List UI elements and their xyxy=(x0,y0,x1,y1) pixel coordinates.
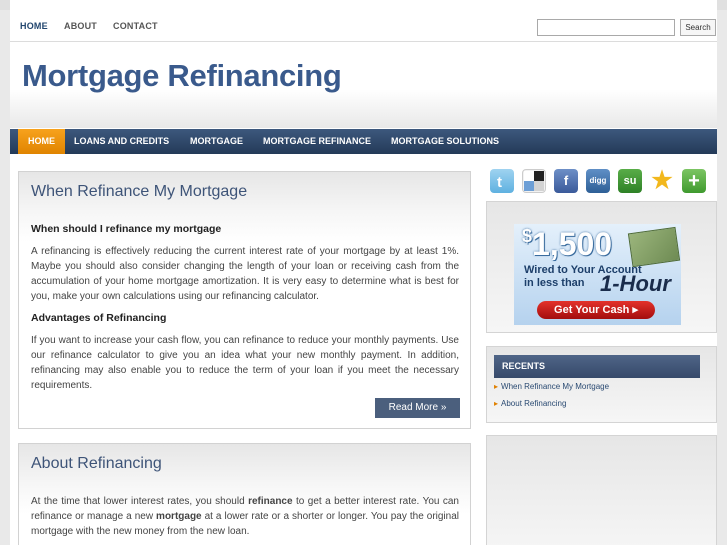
main-nav: HOME LOANS AND CREDITS MORTGAGE MORTGAGE… xyxy=(10,129,717,154)
paragraph-text: At the time that lower interest rates, y… xyxy=(31,496,249,507)
topnav-contact-link[interactable]: CONTACT xyxy=(113,21,158,31)
post-paragraph: At the time that lower interest rates, y… xyxy=(31,494,459,539)
topnav-home-link[interactable]: HOME xyxy=(20,21,48,31)
refinance-keyword-link[interactable]: refinance xyxy=(248,496,292,507)
facebook-icon[interactable]: f xyxy=(554,169,578,193)
cash-advance-banner[interactable]: $1,500 Wired to Your Account in less tha… xyxy=(514,224,681,325)
post-title[interactable]: When Refinance My Mortgage xyxy=(31,183,247,201)
post-paragraph: If you want to increase your cash flow, … xyxy=(31,335,459,391)
ad-amount: $1,500 xyxy=(522,226,613,262)
add-plus-icon[interactable]: + xyxy=(682,169,706,193)
mainnav-mortgage-refinance[interactable]: MORTGAGE REFINANCE xyxy=(253,129,381,154)
ad-headline: 1-Hour xyxy=(600,271,671,296)
ad-tagline-2: in less than xyxy=(524,277,585,289)
digg-icon[interactable]: digg xyxy=(586,169,610,193)
post-title[interactable]: About Refinancing xyxy=(31,455,162,473)
arrow-icon: ▸ xyxy=(494,399,499,408)
post-subheading: Advantages of Refinancing xyxy=(31,312,167,324)
recents-heading: RECENTS xyxy=(494,355,700,378)
mortgage-keyword-link[interactable]: mortgage xyxy=(156,511,202,522)
search-input[interactable] xyxy=(537,19,675,36)
site-title[interactable]: Mortgage Refinancing xyxy=(22,58,342,94)
recent-item[interactable]: ▸ When Refinance My Mortgage xyxy=(494,382,609,391)
read-more-button[interactable]: Read More » xyxy=(375,398,460,418)
post-subheading: When should I refinance my mortgage xyxy=(31,223,222,235)
post-when-refinance: When Refinance My Mortgage When should I… xyxy=(18,171,471,429)
post-paragraph: A refinancing is effectively reducing th… xyxy=(31,246,459,302)
get-your-cash-button[interactable]: Get Your Cash ▸ xyxy=(537,301,655,319)
top-nav: HOME ABOUT CONTACT Search xyxy=(10,10,717,42)
post-about-refinancing: About Refinancing At the time that lower… xyxy=(18,443,471,545)
search-button[interactable]: Search xyxy=(680,19,716,36)
recent-item[interactable]: ▸ About Refinancing xyxy=(494,399,566,408)
site-header: Mortgage Refinancing xyxy=(10,43,717,128)
topnav-about-link[interactable]: ABOUT xyxy=(64,21,97,31)
delicious-icon[interactable] xyxy=(522,169,546,193)
favorite-star-icon[interactable]: ★ xyxy=(650,169,674,193)
mainnav-home[interactable]: HOME xyxy=(18,129,65,154)
svg-text:t: t xyxy=(497,174,502,191)
twitter-icon[interactable]: t xyxy=(490,169,514,193)
arrow-icon: ▸ xyxy=(494,382,499,391)
mainnav-loans-and-credits[interactable]: LOANS AND CREDITS xyxy=(64,129,179,154)
stumbleupon-icon[interactable]: su xyxy=(618,169,642,193)
mainnav-mortgage[interactable]: MORTGAGE xyxy=(180,129,253,154)
money-stack-icon xyxy=(627,226,681,268)
sidebar-widget xyxy=(486,435,717,545)
mainnav-mortgage-solutions[interactable]: MORTGAGE SOLUTIONS xyxy=(381,129,509,154)
